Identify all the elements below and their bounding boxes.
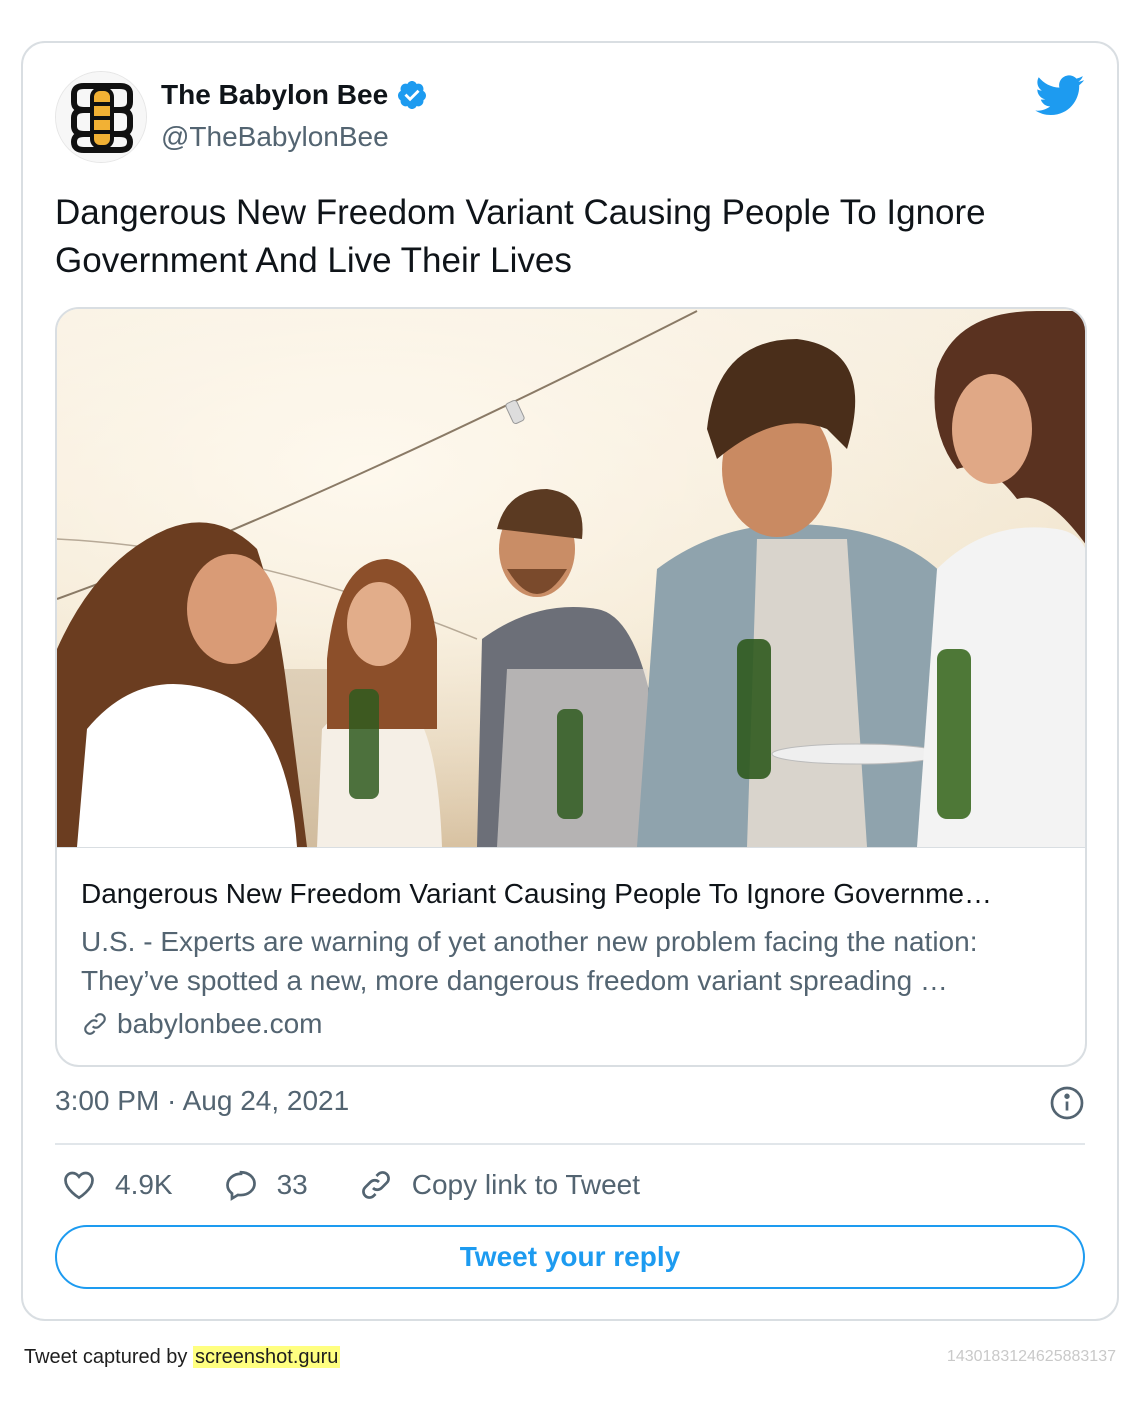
capture-credit: Tweet captured by screenshot.guru <box>24 1346 341 1369</box>
author-name[interactable]: The Babylon Bee <box>161 79 388 111</box>
heart-icon <box>64 1171 94 1200</box>
tweet-actions: 4.9K 33 Copy link to Tweet <box>61 1165 690 1205</box>
link-preview-body[interactable]: Dangerous New Freedom Variant Causing Pe… <box>57 847 1085 1065</box>
tweet-timestamp[interactable]: 3:00 PM · Aug 24, 2021 <box>55 1085 349 1117</box>
copy-link-label: Copy link to Tweet <box>411 1169 641 1200</box>
link-preview-image[interactable] <box>57 309 1085 847</box>
info-icon[interactable] <box>1049 1085 1085 1121</box>
like-button[interactable]: 4.9K <box>61 1167 173 1203</box>
like-count: 4.9K <box>115 1169 173 1200</box>
link-preview-title[interactable]: Dangerous New Freedom Variant Causing Pe… <box>81 878 1065 910</box>
link-preview-domain-row[interactable]: babylonbee.com <box>81 1008 322 1040</box>
tweet-text: Dangerous New Freedom Variant Causing Pe… <box>55 193 986 280</box>
link-preview-domain: babylonbee.com <box>117 1008 323 1039</box>
link-preview-card[interactable]: Dangerous New Freedom Variant Causing Pe… <box>55 307 1087 1067</box>
tweet-your-reply-button[interactable]: Tweet your reply <box>55 1225 1085 1289</box>
tweet-card: The Babylon Bee @TheBabylonBee Dangerous… <box>21 41 1119 1321</box>
verified-badge-icon <box>398 81 427 109</box>
tweet-header: The Babylon Bee @TheBabylonBee <box>55 71 1085 163</box>
link-icon <box>84 1013 106 1035</box>
tweet-id: 1430183124625883137 <box>946 1348 1116 1365</box>
divider <box>55 1143 1085 1145</box>
babylon-bee-logo-icon <box>56 72 146 162</box>
copy-link-button[interactable]: Copy link to Tweet <box>358 1167 640 1203</box>
avatar[interactable] <box>55 71 147 163</box>
reply-button[interactable]: 33 <box>223 1167 308 1203</box>
author-name-row: The Babylon Bee <box>161 79 428 111</box>
copy-link-icon <box>361 1171 390 1199</box>
author-handle[interactable]: @TheBabylonBee <box>161 121 389 153</box>
link-preview-description: U.S. - Experts are warning of yet anothe… <box>81 926 978 996</box>
twitter-bird-icon[interactable] <box>1035 75 1085 117</box>
capture-credit-prefix: Tweet captured by <box>24 1346 188 1368</box>
capture-credit-link[interactable]: screenshot.guru <box>193 1346 341 1368</box>
reply-count: 33 <box>276 1169 308 1200</box>
reply-bubble-icon <box>225 1170 256 1201</box>
